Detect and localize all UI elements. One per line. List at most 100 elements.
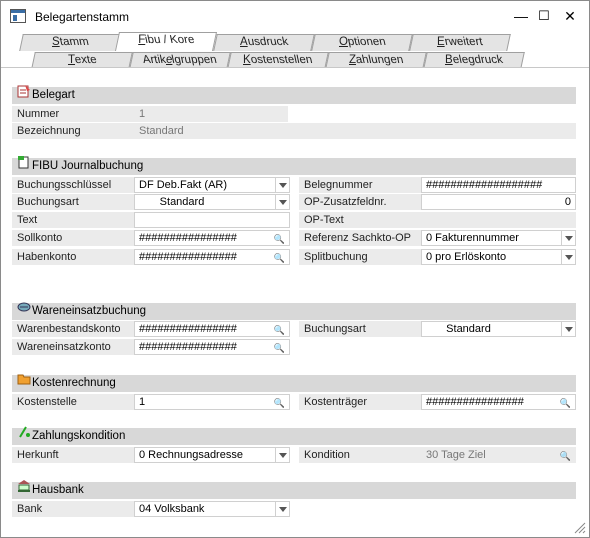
wareneinsatzkonto-value: ################ [139, 341, 237, 353]
buchungsschluessel-value: DF Deb.Fakt (AR) [139, 179, 228, 191]
herkunft-value: 0 Rechnungsadresse [139, 449, 243, 461]
bank-select[interactable]: 04 Volksbank [134, 501, 290, 517]
section-kostenrechnung: Kostenrechnung [12, 374, 576, 392]
op-text-field [421, 212, 576, 228]
chevron-down-icon[interactable] [275, 178, 289, 192]
bank-value: 04 Volksbank [139, 503, 205, 515]
sollkonto-label: Sollkonto [12, 230, 134, 246]
title-bar: Belegartenstamm — ☐ ✕ [1, 1, 589, 31]
chevron-down-icon[interactable] [561, 231, 575, 245]
splitbuchung-value: 0 pro Erlöskonto [426, 251, 507, 263]
sollkonto-field[interactable]: ################ 🔍 [134, 230, 290, 246]
section-title: FIBU Journalbuchung [32, 160, 144, 172]
op-text-label: OP-Text [299, 212, 421, 228]
belegnummer-field[interactable]: ################### [421, 177, 576, 193]
chevron-down-icon[interactable] [561, 250, 575, 264]
kostenstelle-label: Kostenstelle [12, 394, 134, 410]
nummer-label: Nummer [12, 106, 134, 122]
buchungsart-select[interactable]: Standard [134, 194, 290, 210]
habenkonto-label: Habenkonto [12, 249, 134, 265]
kostenstelle-value: 1 [139, 396, 146, 408]
kondition-field: 30 Tage Ziel 🔍 [421, 447, 576, 463]
folder-icon [17, 374, 31, 385]
tab-optionen[interactable]: Optionen [311, 34, 413, 51]
window-title: Belegartenstamm [35, 10, 130, 24]
referenz-value: 0 Fakturennummer [426, 232, 519, 244]
habenkonto-value: ################ [139, 251, 237, 263]
section-wareneinsatz: Wareneinsatzbuchung [12, 302, 576, 320]
buchungsschluessel-label: Buchungsschlüssel [12, 177, 134, 193]
tab-ausdruck[interactable]: Ausdruck [213, 34, 315, 51]
referenz-select[interactable]: 0 Fakturennummer [421, 230, 576, 246]
section-zahlungskondition: Zahlungskondition [12, 426, 576, 445]
search-icon: 🔍 [559, 451, 571, 461]
buchungsschluessel-select[interactable]: DF Deb.Fakt (AR) [134, 177, 290, 193]
tab-separator [1, 67, 589, 72]
text-field[interactable] [134, 212, 290, 228]
kondition-label: Kondition [299, 447, 421, 463]
chevron-down-icon[interactable] [275, 502, 289, 516]
journal-icon [18, 156, 29, 169]
section-title: Belegart [32, 89, 75, 101]
chevron-down-icon[interactable] [275, 448, 289, 462]
kostentraeger-label: Kostenträger [299, 394, 421, 410]
belegart-icon [17, 85, 30, 98]
section-fibu: FIBU Journalbuchung [12, 156, 576, 175]
tab-erweitert[interactable]: Erweitert [409, 34, 511, 51]
tab-row-main: Stamm Fibu / Kore Ausdruck Optionen Erwe… [1, 32, 589, 51]
waren-buchungsart-label: Buchungsart [299, 321, 421, 337]
tab-stamm[interactable]: Stamm [19, 34, 121, 51]
splitbuchung-label: Splitbuchung [299, 249, 421, 265]
resize-grip-icon[interactable] [572, 520, 586, 534]
search-icon[interactable]: 🔍 [274, 396, 285, 409]
maximize-button[interactable]: ☐ [533, 5, 555, 27]
section-title: Wareneinsatzbuchung [32, 305, 147, 317]
referenz-label: Referenz Sachkto-OP [299, 230, 421, 246]
nummer-field: 1 [134, 106, 288, 122]
waren-buchungsart-value: Standard [446, 323, 491, 335]
splitbuchung-select[interactable]: 0 pro Erlöskonto [421, 249, 576, 265]
tab-fibu-kore[interactable]: Fibu / Kore [114, 32, 218, 51]
window: Belegartenstamm — ☐ ✕ Stamm Fibu / Kore … [0, 0, 590, 538]
wareneinsatz-icon [17, 302, 31, 312]
search-icon[interactable]: 🔍 [560, 396, 571, 409]
bank-label: Bank [12, 501, 134, 517]
text-label: Text [12, 212, 134, 228]
chevron-down-icon[interactable] [561, 322, 575, 336]
section-belegart: Belegart [12, 85, 576, 104]
kostentraeger-field[interactable]: ################ 🔍 [421, 394, 576, 410]
bezeichnung-label: Bezeichnung [12, 123, 134, 139]
chevron-down-icon[interactable] [275, 195, 289, 209]
op-zusatzfeldnr-label: OP-Zusatzfeldnr. [299, 194, 421, 210]
section-title: Hausbank [32, 484, 84, 496]
sollkonto-value: ################ [139, 232, 237, 244]
herkunft-select[interactable]: 0 Rechnungsadresse [134, 447, 290, 463]
close-button[interactable]: ✕ [559, 5, 581, 27]
herkunft-label: Herkunft [12, 447, 134, 463]
wareneinsatzkonto-label: Wareneinsatzkonto [12, 339, 134, 355]
search-icon[interactable]: 🔍 [274, 251, 285, 264]
bezeichnung-field: Standard [134, 123, 576, 139]
warenbestandskonto-field[interactable]: ################ 🔍 [134, 321, 290, 337]
habenkonto-field[interactable]: ################ 🔍 [134, 249, 290, 265]
bank-icon [18, 480, 30, 492]
section-title: Kostenrechnung [32, 377, 116, 389]
buchungsart-label: Buchungsart [12, 194, 134, 210]
waren-buchungsart-select[interactable]: Standard [421, 321, 576, 337]
buchungsart-value: Standard [159, 196, 205, 208]
app-window-icon [10, 9, 26, 23]
search-icon[interactable]: 🔍 [274, 232, 285, 245]
belegnummer-label: Belegnummer [299, 177, 421, 193]
search-icon[interactable]: 🔍 [274, 341, 285, 354]
search-icon[interactable]: 🔍 [274, 323, 285, 336]
wareneinsatzkonto-field[interactable]: ################ 🔍 [134, 339, 290, 355]
warenbestandskonto-value: ################ [139, 323, 237, 335]
op-zusatzfeldnr-field[interactable]: 0 [421, 194, 576, 210]
kostenstelle-field[interactable]: 1 🔍 [134, 394, 290, 410]
zahlungskondition-icon [19, 426, 30, 438]
minimize-button[interactable]: — [510, 5, 532, 27]
warenbestandskonto-label: Warenbestandskonto [12, 321, 134, 337]
kostentraeger-value: ################ [426, 396, 524, 408]
section-hausbank: Hausbank [12, 480, 576, 499]
section-title: Zahlungskondition [32, 430, 126, 442]
